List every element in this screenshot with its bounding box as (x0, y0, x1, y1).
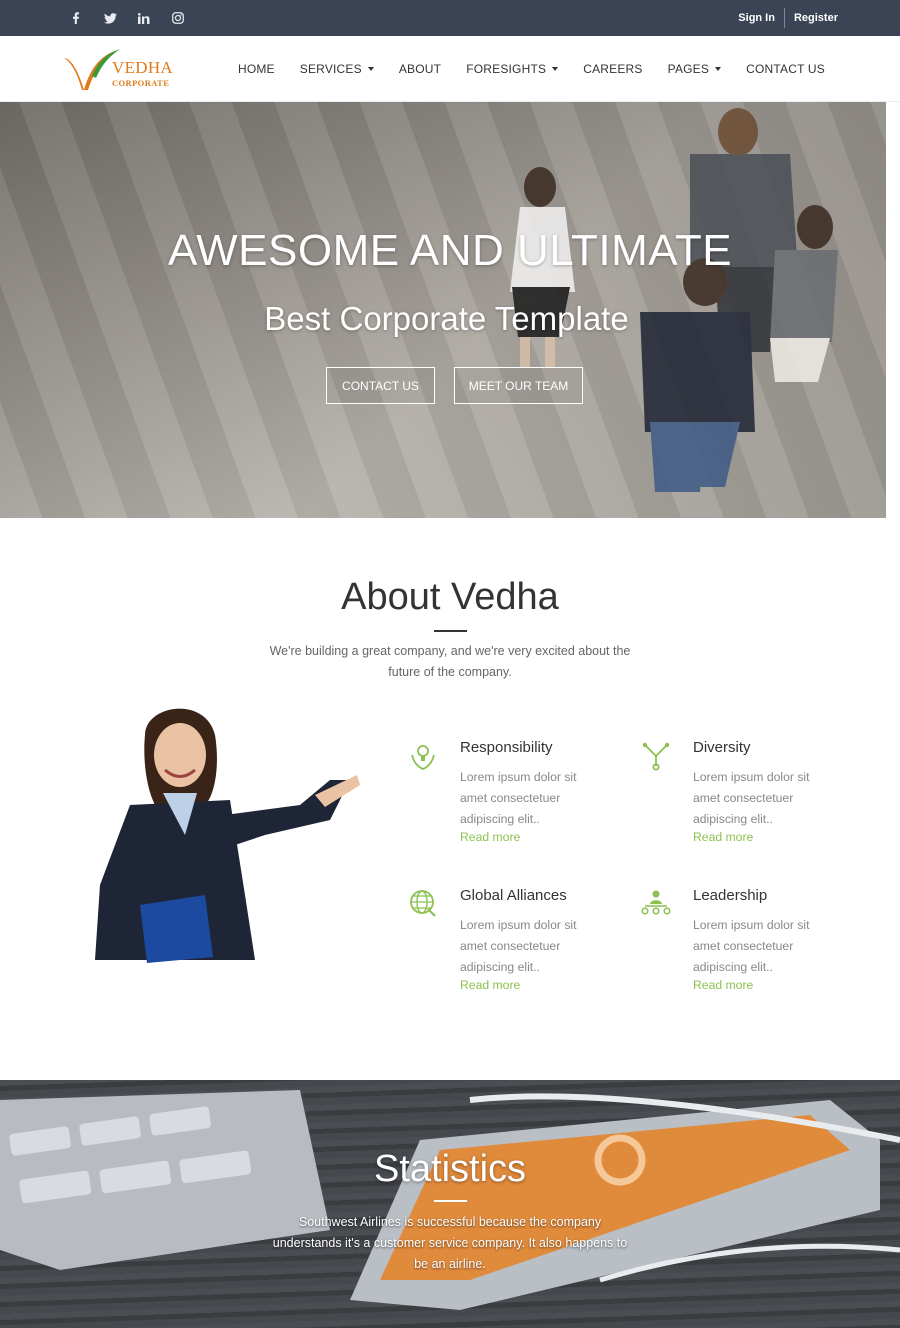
globe-icon (410, 890, 436, 917)
about-description: We're building a great company, and we'r… (269, 644, 631, 679)
register-link[interactable]: Register (794, 12, 838, 24)
nav-foresights-label: FORESIGHTS (466, 62, 547, 76)
nav-contact[interactable]: CONTACT US (746, 62, 825, 76)
feature-text: Lorem ipsum dolor sit amet consectetuer … (460, 918, 577, 974)
nav-services[interactable]: SERVICES (300, 62, 374, 76)
auth-divider (783, 8, 785, 28)
caret-down-icon (367, 67, 374, 71)
statistics-section: Statistics Southwest Airlines is success… (0, 1080, 900, 1328)
nav-services-label: SERVICES (299, 62, 362, 76)
sign-in-link[interactable]: Sign In (738, 12, 775, 24)
feature-text: Lorem ipsum dolor sit amet consectetuer … (693, 918, 810, 974)
instagram-icon[interactable] (168, 8, 188, 28)
top-bar: Sign In Register (0, 0, 900, 36)
branches-icon (642, 742, 670, 771)
read-more-link[interactable]: Read more (460, 830, 520, 844)
meet-team-button[interactable]: MEET OUR TEAM (454, 367, 583, 404)
nav-careers-label: CAREERS (583, 62, 643, 76)
feature-title: Diversity (693, 739, 751, 756)
main-nav: HOME SERVICES ABOUT FORESIGHTS CAREERS P… (238, 36, 825, 102)
nav-pages[interactable]: PAGES (667, 62, 722, 76)
nav-about[interactable]: ABOUT (399, 62, 441, 76)
statistics-text: Southwest Airlines is successful because… (272, 1215, 628, 1271)
feature-title: Leadership (693, 887, 768, 904)
nav-about-label: ABOUT (398, 62, 442, 76)
brand-tagline: CORPORATE (112, 78, 170, 88)
linkedin-icon[interactable] (134, 8, 154, 28)
bulb-hands-icon (411, 745, 435, 770)
statistics-title: Statistics (373, 1148, 527, 1190)
nav-careers[interactable]: CAREERS (583, 62, 642, 76)
nav-home[interactable]: HOME (238, 62, 275, 76)
feature-title: Responsibility (460, 739, 553, 756)
brand-name: VEDHA (112, 58, 173, 77)
nav-pages-label: PAGES (667, 62, 710, 76)
hero-title: AWESOME AND ULTIMATE (167, 226, 733, 275)
businesswoman-image (95, 708, 360, 963)
social-links (66, 0, 188, 36)
twitter-icon[interactable] (100, 8, 120, 28)
feature-text: Lorem ipsum dolor sit amet consectetuer … (460, 770, 577, 826)
site-header: VEDHA CORPORATE HOME SERVICES ABOUT FORE… (0, 36, 900, 102)
contact-us-button[interactable]: CONTACT US (326, 367, 435, 404)
hero-subtitle: Best Corporate Template (264, 300, 629, 337)
nav-home-label: HOME (237, 62, 275, 76)
leader-icon (641, 890, 671, 915)
nav-contact-label: CONTACT US (746, 62, 825, 76)
statistics-divider (434, 1200, 467, 1202)
caret-down-icon (715, 67, 722, 71)
brand-logo[interactable]: VEDHA CORPORATE (62, 46, 182, 92)
nav-foresights[interactable]: FORESIGHTS (466, 62, 559, 76)
read-more-link[interactable]: Read more (460, 978, 520, 992)
about-title: About Vedha (341, 576, 559, 618)
desk-devices-image (0, 1090, 900, 1310)
facebook-icon[interactable] (66, 8, 86, 28)
read-more-link[interactable]: Read more (693, 978, 753, 992)
caret-down-icon (552, 67, 559, 71)
read-more-link[interactable]: Read more (693, 830, 753, 844)
hero-banner: AWESOME AND ULTIMATE Best Corporate Temp… (0, 102, 886, 518)
feature-title: Global Alliances (460, 887, 567, 904)
feature-text: Lorem ipsum dolor sit amet consectetuer … (693, 770, 810, 826)
auth-links: Sign In Register (738, 0, 838, 36)
about-divider (434, 630, 467, 632)
